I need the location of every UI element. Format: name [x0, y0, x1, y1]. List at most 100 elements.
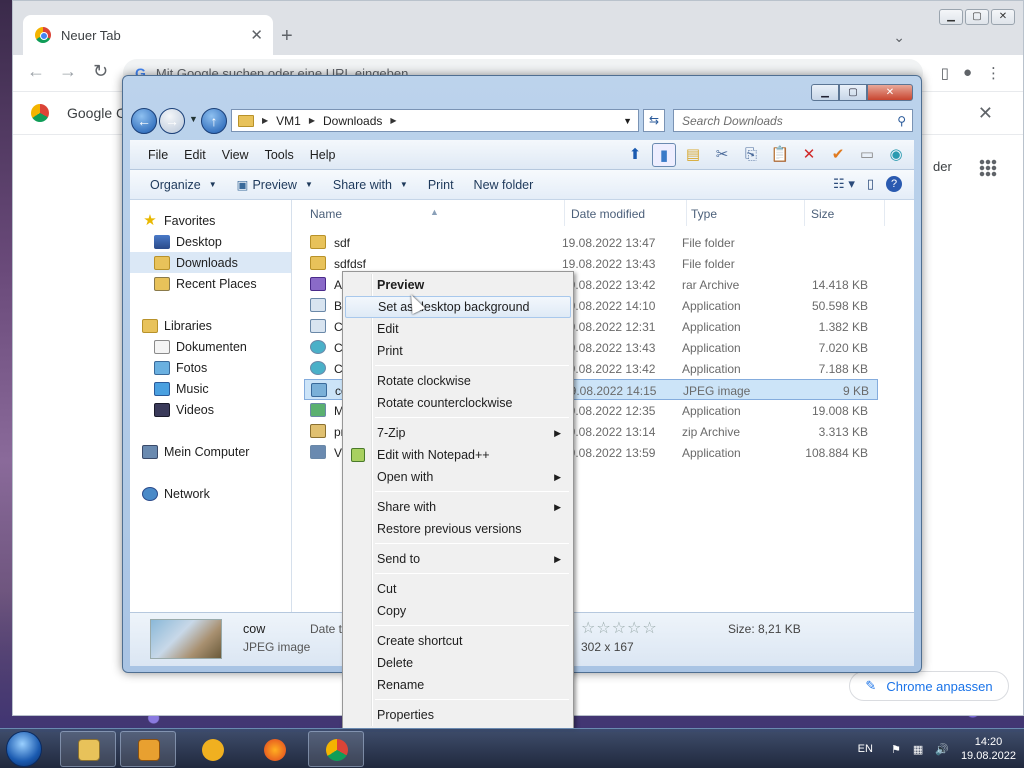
- column-divider[interactable]: [884, 200, 885, 226]
- menu-item-restore-previous[interactable]: Restore previous versions: [345, 518, 571, 540]
- network-globe-icon[interactable]: ◉: [884, 143, 908, 167]
- minimize-icon[interactable]: ▁: [939, 9, 963, 25]
- properties-check-icon[interactable]: ✔: [826, 143, 850, 167]
- taskbar-firefox[interactable]: [246, 731, 302, 767]
- up-icon[interactable]: ↑: [201, 108, 227, 134]
- paste-icon[interactable]: 📋: [768, 143, 792, 167]
- minimize-icon[interactable]: ▁: [811, 84, 839, 101]
- address-bar[interactable]: ▶ VM1 ▶ Downloads ▶ ▼: [231, 109, 639, 132]
- network-status-icon[interactable]: ▦: [913, 743, 923, 756]
- close-icon[interactable]: ✕: [991, 9, 1015, 25]
- search-icon[interactable]: ⚲: [897, 114, 906, 128]
- forward-icon[interactable]: →: [159, 108, 185, 134]
- nav-music[interactable]: Music: [130, 378, 291, 399]
- breadcrumb-downloads[interactable]: Downloads: [323, 114, 382, 128]
- menu-item-rename[interactable]: Rename: [345, 674, 571, 696]
- menu-item-cut[interactable]: Cut: [345, 578, 571, 600]
- views-icon[interactable]: ▤: [681, 143, 705, 167]
- menu-item-preview[interactable]: Preview: [345, 274, 571, 296]
- google-apps-icon[interactable]: [979, 159, 997, 177]
- menu-item-set-desktop-background[interactable]: Set as desktop background: [345, 296, 571, 318]
- nav-pictures[interactable]: Fotos: [130, 357, 291, 378]
- nav-network[interactable]: Network: [130, 483, 291, 504]
- nav-recent-places[interactable]: Recent Places: [130, 273, 291, 294]
- taskbar-chrome[interactable]: [308, 731, 364, 767]
- change-view-icon[interactable]: ☷ ▾: [833, 176, 855, 192]
- menu-file[interactable]: File: [140, 148, 176, 162]
- back-icon[interactable]: ←: [131, 108, 157, 134]
- rename-icon[interactable]: ▭: [855, 143, 879, 167]
- breadcrumb-separator-icon[interactable]: ▶: [390, 116, 396, 125]
- close-tab-icon[interactable]: ✕: [250, 26, 263, 44]
- maximize-icon[interactable]: ▢: [839, 84, 867, 101]
- menu-item-rotate-counterclockwise[interactable]: Rotate counterclockwise: [345, 392, 571, 414]
- preview-pane-icon[interactable]: ▯: [867, 176, 874, 192]
- folders-pane-icon[interactable]: ▮: [652, 143, 676, 167]
- menu-view[interactable]: View: [214, 148, 257, 162]
- menu-item-delete[interactable]: Delete: [345, 652, 571, 674]
- menu-edit[interactable]: Edit: [176, 148, 214, 162]
- column-date[interactable]: Date modified: [571, 207, 645, 221]
- nav-libraries[interactable]: Libraries: [130, 315, 291, 336]
- organize-button[interactable]: Organize ▼: [140, 178, 227, 192]
- tab-new-tab[interactable]: Neuer Tab ✕: [23, 15, 273, 55]
- menu-help[interactable]: Help: [302, 148, 344, 162]
- delete-icon[interactable]: ✕: [797, 143, 821, 167]
- side-panel-icon[interactable]: ▯: [941, 64, 949, 82]
- nav-computer[interactable]: Mein Computer: [130, 441, 291, 462]
- rating-stars[interactable]: ☆☆☆☆☆: [581, 618, 658, 638]
- up-folder-icon[interactable]: ⬆: [623, 143, 647, 167]
- nav-desktop[interactable]: Desktop: [130, 231, 291, 252]
- nav-downloads[interactable]: Downloads: [130, 252, 291, 273]
- tab-search-icon[interactable]: ⌄: [893, 29, 905, 46]
- forward-icon[interactable]: →: [59, 61, 77, 82]
- action-center-icon[interactable]: ⚑: [891, 743, 901, 756]
- help-icon[interactable]: ?: [886, 176, 902, 192]
- menu-item-edit-notepadpp[interactable]: Edit with Notepad++: [345, 444, 571, 466]
- new-tab-button[interactable]: +: [281, 25, 293, 48]
- nav-documents[interactable]: Dokumenten: [130, 336, 291, 357]
- maximize-icon[interactable]: ▢: [965, 9, 989, 25]
- breadcrumb-vm1[interactable]: VM1: [276, 114, 301, 128]
- taskbar-explorer[interactable]: [60, 731, 116, 767]
- menu-item-edit[interactable]: Edit: [345, 318, 571, 340]
- nav-favorites[interactable]: ★ Favorites: [130, 210, 291, 231]
- menu-item-properties[interactable]: Properties: [345, 704, 571, 726]
- column-type[interactable]: Type: [691, 207, 717, 221]
- column-divider[interactable]: [564, 200, 565, 226]
- banner-close-icon[interactable]: ✕: [978, 103, 993, 124]
- menu-item-copy[interactable]: Copy: [345, 600, 571, 622]
- close-icon[interactable]: ✕: [867, 84, 913, 101]
- recent-pages-dropdown-icon[interactable]: ▼: [189, 114, 198, 124]
- profile-icon[interactable]: ●: [963, 64, 972, 82]
- address-dropdown-icon[interactable]: ▼: [623, 116, 632, 126]
- reload-icon[interactable]: ↻: [93, 61, 108, 82]
- menu-item-open-with[interactable]: Open with ▶: [345, 466, 571, 488]
- cut-icon[interactable]: ✂: [710, 143, 734, 167]
- start-button[interactable]: [6, 731, 42, 767]
- preview-button[interactable]: ▣ Preview ▼: [227, 177, 323, 193]
- menu-tools[interactable]: Tools: [257, 148, 302, 162]
- file-row[interactable]: sdf 19.08.2022 13:47 File folder: [304, 232, 878, 253]
- menu-item-print[interactable]: Print: [345, 340, 571, 362]
- customize-chrome-button[interactable]: ✎ Chrome anpassen: [849, 671, 1009, 701]
- back-icon[interactable]: ←: [27, 61, 45, 82]
- menu-item-rotate-clockwise[interactable]: Rotate clockwise: [345, 370, 571, 392]
- menu-item-create-shortcut[interactable]: Create shortcut: [345, 630, 571, 652]
- breadcrumb-separator-icon[interactable]: ▶: [309, 116, 315, 125]
- share-with-button[interactable]: Share with ▼: [323, 178, 418, 192]
- nav-videos[interactable]: Videos: [130, 399, 291, 420]
- new-folder-button[interactable]: New folder: [464, 178, 544, 192]
- copy-icon[interactable]: ⎘: [739, 143, 763, 167]
- column-size[interactable]: Size: [811, 207, 834, 221]
- menu-item-send-to[interactable]: Send to ▶: [345, 548, 571, 570]
- language-indicator[interactable]: EN: [858, 743, 873, 755]
- refresh-icon[interactable]: ⇆: [643, 109, 665, 132]
- print-button[interactable]: Print: [418, 178, 464, 192]
- volume-icon[interactable]: 🔊: [935, 743, 949, 756]
- column-name[interactable]: Name: [310, 207, 342, 221]
- taskbar-chrome-canary[interactable]: [184, 731, 240, 767]
- taskbar-media-player[interactable]: [120, 731, 176, 767]
- menu-icon[interactable]: ⋮: [986, 64, 1001, 82]
- search-input[interactable]: Search Downloads ⚲: [673, 109, 913, 132]
